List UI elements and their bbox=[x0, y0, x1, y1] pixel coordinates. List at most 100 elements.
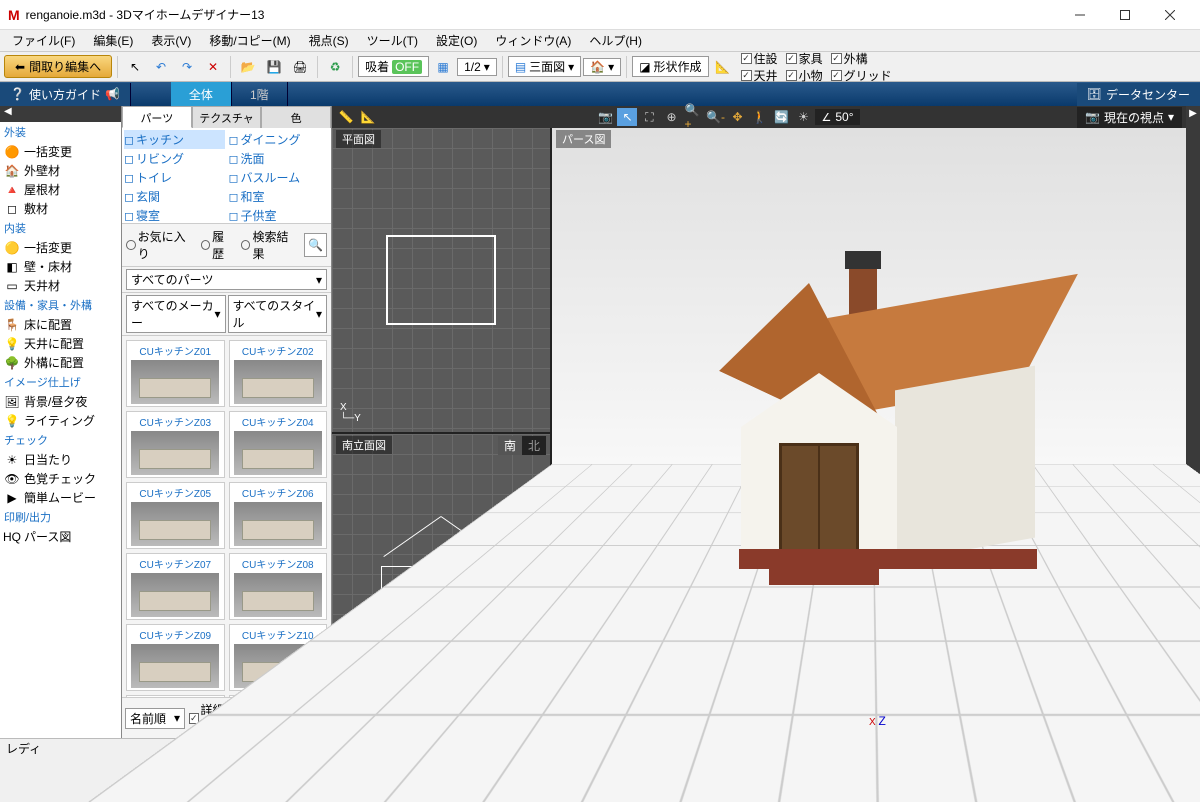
parts-category[interactable]: ◻トイレ bbox=[124, 168, 225, 187]
part-item[interactable]: CUキッチンZ03 bbox=[126, 411, 225, 478]
parts-tab[interactable]: パーツ bbox=[122, 106, 192, 128]
menu-item[interactable]: ファイル(F) bbox=[4, 30, 83, 51]
sidebar-item[interactable]: 🪑床に配置 bbox=[0, 315, 121, 334]
sidebar-item[interactable]: HQパース図 bbox=[0, 527, 121, 546]
menu-item[interactable]: 編集(E) bbox=[85, 30, 141, 51]
part-item[interactable]: CUキッチンZ09 bbox=[126, 624, 225, 691]
print-button[interactable]: 🖨 bbox=[288, 55, 312, 79]
part-item[interactable]: CUキッチンZ05 bbox=[126, 482, 225, 549]
visibility-toggle[interactable]: ✓天井 bbox=[741, 67, 778, 84]
delete-button[interactable]: ✕ bbox=[201, 55, 225, 79]
redo-button[interactable]: ↷ bbox=[175, 55, 199, 79]
visibility-toggle[interactable]: ✓小物 bbox=[786, 67, 823, 84]
parts-category[interactable]: ◻和室 bbox=[229, 187, 330, 206]
parts-filter-dropdown[interactable]: すべてのパーツ▾ bbox=[126, 269, 327, 290]
sidebar-item[interactable]: ▭天井材 bbox=[0, 276, 121, 295]
help-guide-button[interactable]: ❔ 使い方ガイド 📢 bbox=[0, 83, 131, 106]
shape-create-button[interactable]: ◪形状作成 bbox=[632, 56, 708, 77]
parts-category[interactable]: ◻バスルーム bbox=[229, 168, 330, 187]
sidebar-item[interactable]: 🟡一括変更 bbox=[0, 238, 121, 257]
zoom-out-icon[interactable]: 🔍- bbox=[705, 108, 725, 126]
filter-favorites[interactable]: お気に入り bbox=[126, 228, 195, 262]
parts-tab[interactable]: テクスチャ bbox=[192, 106, 262, 128]
open-button[interactable]: 📂 bbox=[236, 55, 260, 79]
filter-search[interactable]: 検索結果 bbox=[241, 228, 298, 262]
sidebar-item[interactable]: ☀日当たり bbox=[0, 450, 121, 469]
fit-icon[interactable]: ⛶ bbox=[639, 108, 659, 126]
sidebar-item[interactable]: ◧壁・床材 bbox=[0, 257, 121, 276]
snap-toggle[interactable]: 吸着 OFF bbox=[358, 56, 429, 77]
parts-category[interactable]: ◻キッチン bbox=[124, 130, 225, 149]
target-icon[interactable]: ⊕ bbox=[661, 108, 681, 126]
menu-item[interactable]: 視点(S) bbox=[301, 30, 357, 51]
part-item[interactable]: CUキッチンZ07 bbox=[126, 553, 225, 620]
part-item[interactable]: CUキッチンZ01 bbox=[126, 340, 225, 407]
sun-icon[interactable]: ☀ bbox=[793, 108, 813, 126]
minimize-button[interactable] bbox=[1057, 1, 1102, 29]
north-tab[interactable]: 北 bbox=[522, 436, 546, 455]
menu-item[interactable]: ツール(T) bbox=[359, 30, 426, 51]
sidebar-item[interactable]: 🖼背景/昼夕夜 bbox=[0, 392, 121, 411]
parts-category[interactable]: ◻玄関 bbox=[124, 187, 225, 206]
perspective-view-pane[interactable]: パース図 X Z bbox=[552, 128, 1186, 738]
sidebar-item[interactable]: 🏠外壁材 bbox=[0, 161, 121, 180]
sidebar-item[interactable]: ◻敷材 bbox=[0, 199, 121, 218]
ruler-icon[interactable]: 📐 bbox=[358, 108, 378, 126]
part-item[interactable]: CUキッチンZ04 bbox=[229, 411, 328, 478]
parts-tab[interactable]: 色 bbox=[261, 106, 331, 128]
parts-category[interactable]: ◻ダイニング bbox=[229, 130, 330, 149]
visibility-toggle[interactable]: ✓住設 bbox=[741, 50, 778, 67]
menu-item[interactable]: ヘルプ(H) bbox=[581, 30, 650, 51]
sidebar-item[interactable]: 🟠一括変更 bbox=[0, 142, 121, 161]
maker-filter-dropdown[interactable]: すべてのメーカー▾ bbox=[126, 295, 226, 333]
angle-display[interactable]: ∠ 50° bbox=[815, 109, 859, 125]
grid-icon[interactable]: ▦ bbox=[431, 55, 455, 79]
dimension-icon[interactable]: 📐 bbox=[711, 55, 735, 79]
sidebar-item[interactable]: 👁色覚チェック bbox=[0, 469, 121, 488]
parts-category[interactable]: ◻洗面 bbox=[229, 149, 330, 168]
save-button[interactable]: 💾 bbox=[262, 55, 286, 79]
plan-view-pane[interactable]: 平面図 X└─Y bbox=[332, 128, 550, 432]
walk-icon[interactable]: 🚶 bbox=[749, 108, 769, 126]
collapse-left-button[interactable]: ◀ bbox=[0, 106, 121, 122]
menu-item[interactable]: 移動/コピー(M) bbox=[201, 30, 298, 51]
sidebar-item[interactable]: 💡天井に配置 bbox=[0, 334, 121, 353]
part-item[interactable]: CUキッチンZ08 bbox=[229, 553, 328, 620]
parts-category[interactable]: ◻寝室 bbox=[124, 206, 225, 224]
south-tab[interactable]: 南 bbox=[498, 436, 522, 455]
menu-item[interactable]: ウィンドウ(A) bbox=[487, 30, 579, 51]
style-filter-dropdown[interactable]: すべてのスタイル▾ bbox=[228, 295, 328, 333]
menu-item[interactable]: 設定(O) bbox=[428, 30, 485, 51]
camera-mode-icon[interactable]: 📷 bbox=[595, 108, 615, 126]
floor-tab[interactable]: 全体 bbox=[171, 82, 232, 106]
back-to-floorplan-button[interactable]: ⬅ 間取り編集へ bbox=[4, 55, 112, 78]
scale-dropdown[interactable]: 1/2▾ bbox=[457, 58, 497, 76]
floor-tab[interactable]: 1階 bbox=[232, 82, 288, 106]
home-dropdown[interactable]: 🏠▾ bbox=[583, 58, 621, 76]
visibility-toggle[interactable]: ✓家具 bbox=[786, 50, 823, 67]
measure-icon[interactable]: 📏 bbox=[336, 108, 356, 126]
cursor-tool[interactable]: ↖ bbox=[123, 55, 147, 79]
undo-button[interactable]: ↶ bbox=[149, 55, 173, 79]
zoom-in-icon[interactable]: 🔍+ bbox=[683, 108, 703, 126]
parts-category[interactable]: ◻リビング bbox=[124, 149, 225, 168]
recycle-button[interactable]: ♻ bbox=[323, 55, 347, 79]
sidebar-item[interactable]: ▶簡単ムービー bbox=[0, 488, 121, 507]
pan-icon[interactable]: ✥ bbox=[727, 108, 747, 126]
visibility-toggle[interactable]: ✓外構 bbox=[831, 50, 868, 67]
maximize-button[interactable] bbox=[1102, 1, 1147, 29]
sort-dropdown[interactable]: 名前順▾ bbox=[125, 708, 185, 729]
current-viewpoint-button[interactable]: 📷 現在の視点 ▾ bbox=[1077, 107, 1182, 128]
sidebar-item[interactable]: 🔺屋根材 bbox=[0, 180, 121, 199]
orbit-icon[interactable]: 🔄 bbox=[771, 108, 791, 126]
sidebar-item[interactable]: 🌳外構に配置 bbox=[0, 353, 121, 372]
data-center-button[interactable]: 🗄 データセンター bbox=[1077, 83, 1200, 106]
part-item[interactable]: CUキッチンZ02 bbox=[229, 340, 328, 407]
part-item[interactable]: CUキッチンZ06 bbox=[229, 482, 328, 549]
sidebar-item[interactable]: 💡ライティング bbox=[0, 411, 121, 430]
menu-item[interactable]: 表示(V) bbox=[143, 30, 199, 51]
close-button[interactable] bbox=[1147, 1, 1192, 29]
select-arrow-icon[interactable]: ↖ bbox=[617, 108, 637, 126]
visibility-toggle[interactable]: ✓グリッド bbox=[831, 67, 892, 84]
parts-category[interactable]: ◻子供室 bbox=[229, 206, 330, 224]
